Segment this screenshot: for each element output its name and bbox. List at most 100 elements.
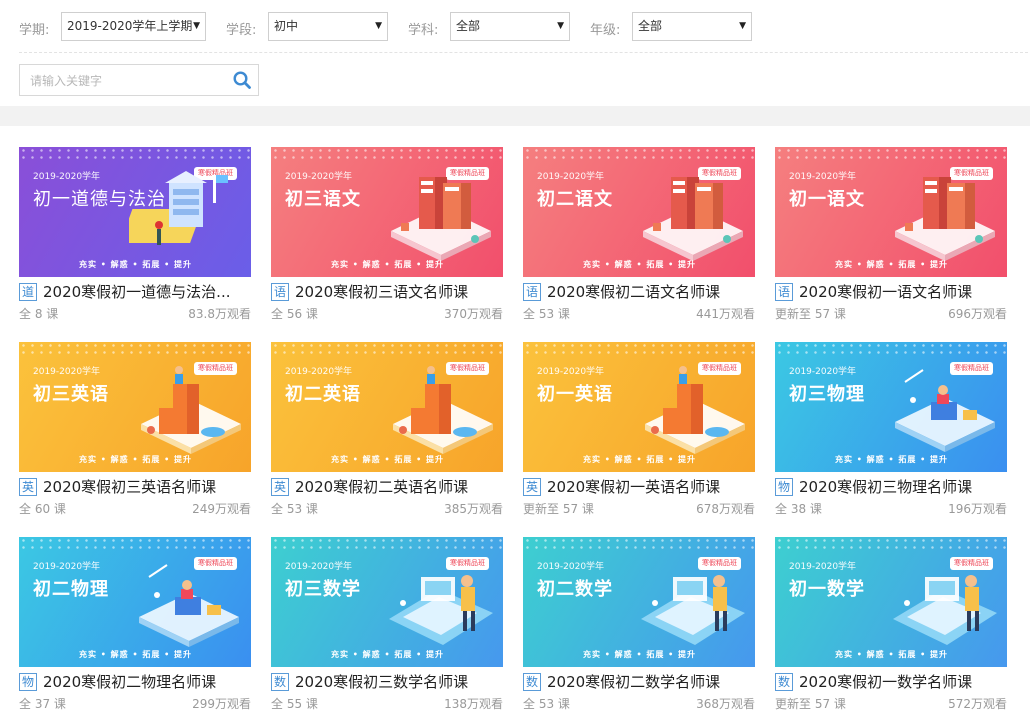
course-thumbnail[interactable]: 2019-2020学年 初三语文 寒假精品班 充实 • 解惑 • 拓展 • 提升 bbox=[271, 147, 503, 277]
course-title-text: 2020寒假初一语文名师课 bbox=[799, 283, 973, 301]
course-title[interactable]: 语 2020寒假初二语文名师课 bbox=[523, 281, 755, 303]
thumbnail-title: 初二数学 bbox=[537, 579, 613, 600]
stage-select[interactable]: 初中 ▼ bbox=[268, 12, 388, 41]
view-count: 696万观看 bbox=[948, 307, 1007, 321]
thumbnail-slogan: 充实 • 解惑 • 拓展 • 提升 bbox=[79, 455, 193, 464]
course-title-text: 2020寒假初三英语名师课 bbox=[43, 478, 217, 496]
thumbnail-decoration bbox=[775, 537, 1007, 553]
course-title[interactable]: 物 2020寒假初二物理名师课 bbox=[19, 671, 251, 693]
thumbnail-slogan: 充实 • 解惑 • 拓展 • 提升 bbox=[79, 650, 193, 659]
course-card[interactable]: 2019-2020学年 初三物理 寒假精品班 充实 • 解惑 • 拓展 • 提升… bbox=[775, 342, 1007, 524]
lesson-count: 全 55 课 bbox=[271, 697, 318, 711]
chevron-down-icon: ▼ bbox=[739, 21, 746, 31]
view-count: 441万观看 bbox=[696, 307, 755, 321]
thumbnail-title: 初三英语 bbox=[33, 384, 109, 405]
course-title[interactable]: 英 2020寒假初二英语名师课 bbox=[271, 476, 503, 498]
course-thumbnail[interactable]: 2019-2020学年 初二英语 寒假精品班 充实 • 解惑 • 拓展 • 提升 bbox=[271, 342, 503, 472]
course-thumbnail[interactable]: 2019-2020学年 初三英语 寒假精品班 充实 • 解惑 • 拓展 • 提升 bbox=[19, 342, 251, 472]
course-meta: 更新至 57 课 696万观看 bbox=[775, 305, 1007, 322]
search-icon[interactable] bbox=[232, 70, 252, 90]
thumbnail-year: 2019-2020学年 bbox=[285, 172, 353, 182]
lesson-count: 全 37 课 bbox=[19, 697, 66, 711]
course-thumbnail[interactable]: 2019-2020学年 初三物理 寒假精品班 充实 • 解惑 • 拓展 • 提升 bbox=[775, 342, 1007, 472]
subject-badge: 语 bbox=[271, 283, 289, 301]
course-card[interactable]: 2019-2020学年 初一语文 寒假精品班 充实 • 解惑 • 拓展 • 提升… bbox=[775, 147, 1007, 329]
grade-select-value: 全部 bbox=[638, 19, 663, 33]
course-thumbnail[interactable]: 2019-2020学年 初二数学 寒假精品班 充实 • 解惑 • 拓展 • 提升 bbox=[523, 537, 755, 667]
thumbnail-title: 初一语文 bbox=[789, 189, 865, 210]
thumbnail-slogan: 充实 • 解惑 • 拓展 • 提升 bbox=[79, 260, 193, 269]
subject-badge: 语 bbox=[775, 283, 793, 301]
course-title[interactable]: 道 2020寒假初一道德与法治... bbox=[19, 281, 251, 303]
course-illustration-icon bbox=[393, 366, 493, 454]
stage-select-value: 初中 bbox=[274, 19, 299, 33]
view-count: 299万观看 bbox=[192, 697, 251, 711]
term-select[interactable]: 2019-2020学年上学期 ▼ bbox=[61, 12, 206, 41]
course-illustration-icon bbox=[641, 575, 745, 645]
subject-badge: 物 bbox=[19, 673, 37, 691]
view-count: 572万观看 bbox=[948, 697, 1007, 711]
course-title[interactable]: 语 2020寒假初三语文名师课 bbox=[271, 281, 503, 303]
course-title[interactable]: 语 2020寒假初一语文名师课 bbox=[775, 281, 1007, 303]
course-card[interactable]: 2019-2020学年 初一道德与法治 寒假精品班 充实 • 解惑 • 拓展 •… bbox=[19, 147, 251, 329]
course-title[interactable]: 英 2020寒假初三英语名师课 bbox=[19, 476, 251, 498]
course-card[interactable]: 2019-2020学年 初二英语 寒假精品班 充实 • 解惑 • 拓展 • 提升… bbox=[271, 342, 503, 524]
course-card[interactable]: 2019-2020学年 初一英语 寒假精品班 充实 • 解惑 • 拓展 • 提升… bbox=[523, 342, 755, 524]
course-title-text: 2020寒假初二数学名师课 bbox=[547, 673, 721, 691]
thumbnail-decoration bbox=[523, 537, 755, 553]
filter-panel: 学期: 2019-2020学年上学期 ▼ 学段: 初中 ▼ 学科: 全部 ▼ 年… bbox=[0, 0, 1030, 106]
course-illustration-icon bbox=[893, 575, 997, 645]
search-input[interactable] bbox=[20, 65, 232, 97]
course-title[interactable]: 物 2020寒假初三物理名师课 bbox=[775, 476, 1007, 498]
course-card[interactable]: 2019-2020学年 初二语文 寒假精品班 充实 • 解惑 • 拓展 • 提升… bbox=[523, 147, 755, 329]
chevron-down-icon: ▼ bbox=[557, 21, 564, 31]
course-card[interactable]: 2019-2020学年 初二物理 寒假精品班 充实 • 解惑 • 拓展 • 提升… bbox=[19, 537, 251, 719]
thumbnail-slogan: 充实 • 解惑 • 拓展 • 提升 bbox=[835, 455, 949, 464]
chevron-down-icon: ▼ bbox=[193, 21, 200, 31]
course-title-text: 2020寒假初二英语名师课 bbox=[295, 478, 469, 496]
thumbnail-year: 2019-2020学年 bbox=[33, 367, 101, 377]
course-meta: 全 56 课 370万观看 bbox=[271, 305, 503, 322]
course-thumbnail[interactable]: 2019-2020学年 初一语文 寒假精品班 充实 • 解惑 • 拓展 • 提升 bbox=[775, 147, 1007, 277]
lesson-count: 全 53 课 bbox=[271, 502, 318, 516]
lesson-count: 更新至 57 课 bbox=[775, 697, 846, 711]
grade-select[interactable]: 全部 ▼ bbox=[632, 12, 752, 41]
course-title[interactable]: 数 2020寒假初二数学名师课 bbox=[523, 671, 755, 693]
course-illustration-icon bbox=[139, 564, 239, 647]
lesson-count: 更新至 57 课 bbox=[523, 502, 594, 516]
thumbnail-year: 2019-2020学年 bbox=[789, 367, 857, 377]
course-title[interactable]: 英 2020寒假初一英语名师课 bbox=[523, 476, 755, 498]
thumbnail-title: 初二物理 bbox=[33, 579, 109, 600]
lesson-count: 全 56 课 bbox=[271, 307, 318, 321]
subject-label: 学科: bbox=[408, 23, 439, 38]
course-card[interactable]: 2019-2020学年 初二数学 寒假精品班 充实 • 解惑 • 拓展 • 提升… bbox=[523, 537, 755, 719]
course-title-text: 2020寒假初三数学名师课 bbox=[295, 673, 469, 691]
thumbnail-slogan: 充实 • 解惑 • 拓展 • 提升 bbox=[583, 260, 697, 269]
thumbnail-title: 初一英语 bbox=[537, 384, 613, 405]
course-thumbnail[interactable]: 2019-2020学年 初二语文 寒假精品班 充实 • 解惑 • 拓展 • 提升 bbox=[523, 147, 755, 277]
course-title-text: 2020寒假初三物理名师课 bbox=[799, 478, 973, 496]
course-illustration-icon bbox=[895, 177, 995, 261]
thumbnail-decoration bbox=[19, 537, 251, 553]
course-title[interactable]: 数 2020寒假初三数学名师课 bbox=[271, 671, 503, 693]
course-title-text: 2020寒假初二物理名师课 bbox=[43, 673, 217, 691]
course-card[interactable]: 2019-2020学年 初一数学 寒假精品班 充实 • 解惑 • 拓展 • 提升… bbox=[775, 537, 1007, 719]
course-title[interactable]: 数 2020寒假初一数学名师课 bbox=[775, 671, 1007, 693]
course-thumbnail[interactable]: 2019-2020学年 初三数学 寒假精品班 充实 • 解惑 • 拓展 • 提升 bbox=[271, 537, 503, 667]
subject-select[interactable]: 全部 ▼ bbox=[450, 12, 570, 41]
lesson-count: 全 53 课 bbox=[523, 307, 570, 321]
course-meta: 全 53 课 441万观看 bbox=[523, 305, 755, 322]
course-thumbnail[interactable]: 2019-2020学年 初二物理 寒假精品班 充实 • 解惑 • 拓展 • 提升 bbox=[19, 537, 251, 667]
thumbnail-decoration bbox=[271, 342, 503, 358]
thumbnail-year: 2019-2020学年 bbox=[285, 562, 353, 572]
course-thumbnail[interactable]: 2019-2020学年 初一英语 寒假精品班 充实 • 解惑 • 拓展 • 提升 bbox=[523, 342, 755, 472]
view-count: 196万观看 bbox=[948, 502, 1007, 516]
course-card[interactable]: 2019-2020学年 初三语文 寒假精品班 充实 • 解惑 • 拓展 • 提升… bbox=[271, 147, 503, 329]
subject-badge: 语 bbox=[523, 283, 541, 301]
subject-select-value: 全部 bbox=[456, 19, 481, 33]
course-card[interactable]: 2019-2020学年 初三英语 寒假精品班 充实 • 解惑 • 拓展 • 提升… bbox=[19, 342, 251, 524]
course-card[interactable]: 2019-2020学年 初三数学 寒假精品班 充实 • 解惑 • 拓展 • 提升… bbox=[271, 537, 503, 719]
subject-badge: 英 bbox=[19, 478, 37, 496]
course-thumbnail[interactable]: 2019-2020学年 初一道德与法治 寒假精品班 充实 • 解惑 • 拓展 •… bbox=[19, 147, 251, 277]
course-thumbnail[interactable]: 2019-2020学年 初一数学 寒假精品班 充实 • 解惑 • 拓展 • 提升 bbox=[775, 537, 1007, 667]
